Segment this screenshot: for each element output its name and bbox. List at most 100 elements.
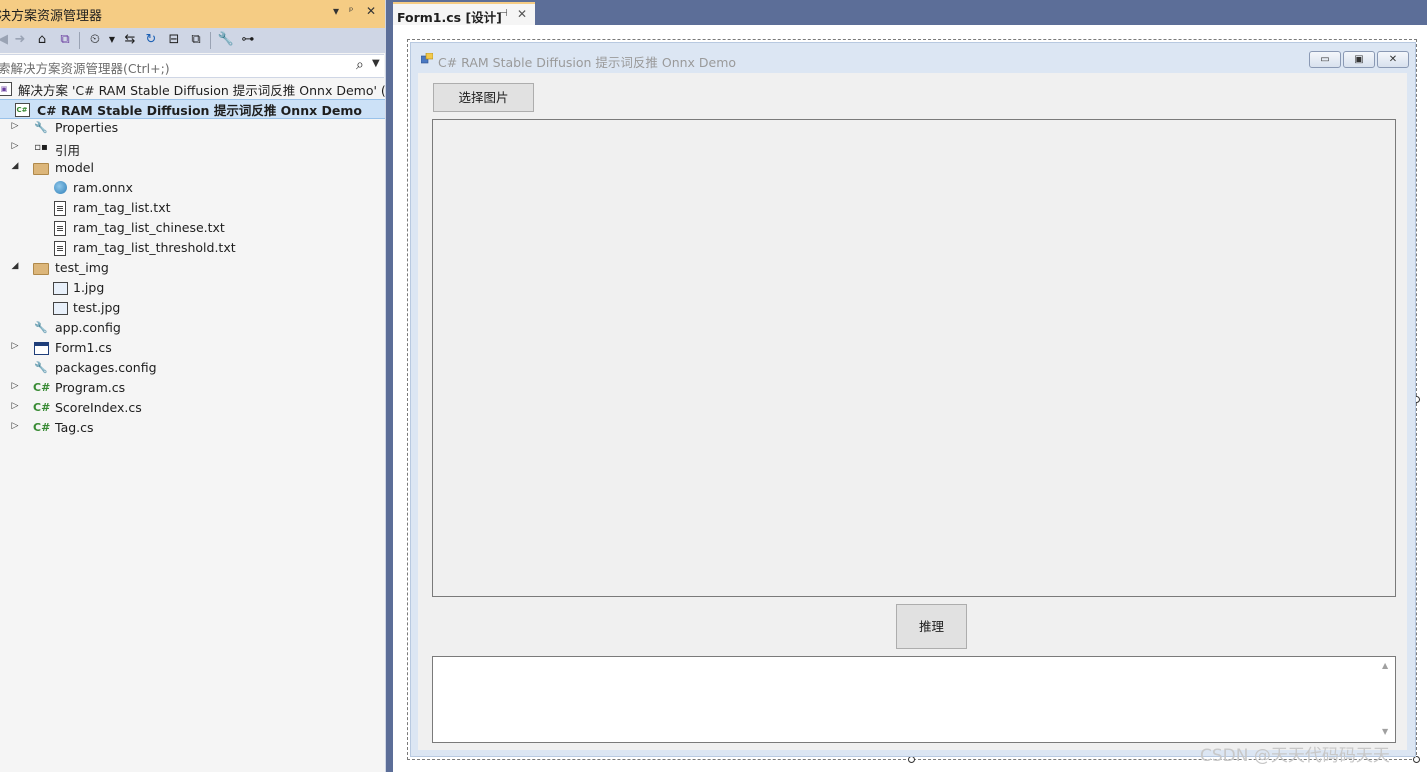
close-icon[interactable]: ✕ — [366, 4, 376, 18]
search-placeholder: 索解决方案资源管理器(Ctrl+;) — [0, 61, 170, 76]
sync-icon[interactable]: ⇆ — [121, 31, 139, 49]
tree-item-label: test.jpg — [73, 300, 121, 315]
document-area: Form1.cs [设计] ⊣ ✕ C# RAM Stable Diffusio… — [393, 0, 1427, 772]
text-file-icon — [52, 220, 68, 236]
tree-item-label: Program.cs — [55, 380, 126, 395]
document-tabstrip: Form1.cs [设计] ⊣ ✕ — [393, 0, 1427, 25]
chevron-down-icon[interactable]: ▼ — [103, 31, 121, 49]
tree-item-test-img-folder[interactable]: ◢ test_img — [0, 259, 385, 279]
select-image-button[interactable]: 选择图片 — [433, 83, 534, 112]
wrench-icon[interactable]: 🔧 — [217, 31, 235, 49]
chevron-right-icon[interactable]: ▷ — [9, 141, 21, 151]
image-file-icon — [52, 280, 68, 296]
csharp-file-icon: C# — [33, 421, 51, 434]
history-icon[interactable]: ⏲ — [86, 31, 104, 49]
tree-item-program[interactable]: ▷ C# Program.cs — [0, 379, 385, 399]
resize-handle[interactable] — [1413, 756, 1420, 763]
config-file-icon: 🔧 — [34, 361, 48, 374]
form-titlebar: C# RAM Stable Diffusion 提示词反推 Onnx Demo … — [411, 43, 1415, 73]
preview-icon[interactable]: ⊶ — [239, 31, 257, 49]
tree-item-file[interactable]: 🔧 packages.config — [0, 359, 385, 379]
tree-item-model-folder[interactable]: ◢ model — [0, 159, 385, 179]
form-app-icon — [421, 53, 433, 64]
chevron-expanded-icon[interactable]: ◢ — [9, 261, 21, 271]
minimize-button[interactable]: ▭ — [1309, 51, 1341, 68]
tree-item-project[interactable]: C# C# RAM Stable Diffusion 提示词反推 Onnx De… — [0, 99, 385, 119]
chevron-right-icon[interactable]: ▷ — [9, 341, 21, 351]
solution-search-box[interactable]: 索解决方案资源管理器(Ctrl+;) ⌕ ▼ — [0, 54, 384, 78]
tree-item-label: ram.onnx — [73, 180, 133, 195]
chevron-down-icon[interactable]: ▾ — [333, 4, 339, 18]
scroll-up-icon[interactable]: ▲ — [1382, 661, 1388, 670]
tree-item-label: ram_tag_list.txt — [73, 200, 171, 215]
tree-item-form1[interactable]: ▷ Form1.cs — [0, 339, 385, 359]
maximize-button[interactable]: ▣ — [1343, 51, 1375, 68]
tree-item-file[interactable]: ram_tag_list_threshold.txt — [0, 239, 385, 259]
refresh-icon[interactable]: ↻ — [142, 31, 160, 49]
tree-item-tag[interactable]: ▷ C# Tag.cs — [0, 419, 385, 439]
forward-icon[interactable]: ➜ — [11, 31, 29, 49]
chevron-down-icon[interactable]: ▼ — [372, 58, 380, 69]
home-icon[interactable]: ⌂ — [33, 31, 51, 49]
scroll-down-icon[interactable]: ▼ — [1382, 727, 1388, 736]
form-designer-surface: C# RAM Stable Diffusion 提示词反推 Onnx Demo … — [393, 25, 1427, 772]
form-icon — [33, 340, 49, 356]
resize-handle[interactable] — [908, 756, 915, 763]
result-scrollbar[interactable]: ▲ ▼ — [1378, 657, 1395, 742]
pin-icon[interactable]: ⊣ — [499, 8, 508, 19]
tree-item-file[interactable]: 1.jpg — [0, 279, 385, 299]
collapse-all-icon[interactable]: ⊟ — [165, 31, 183, 49]
tree-item-properties[interactable]: ▷ 🔧 Properties — [0, 119, 385, 139]
solution-explorer-toolbar: ◀ ➜ ⌂ ⧉ ⏲ ▼ ⇆ ↻ ⊟ ⧉ 🔧 ⊶ — [0, 28, 385, 53]
text-file-icon — [52, 200, 68, 216]
solution-icon: ▣ — [0, 80, 12, 96]
wrench-icon: 🔧 — [34, 121, 48, 134]
config-file-icon: 🔧 — [34, 321, 48, 334]
csproj-icon: C# — [14, 101, 30, 117]
image-file-icon — [52, 300, 68, 316]
tree-item-label: Properties — [55, 120, 119, 135]
tree-item-label: model — [55, 160, 94, 175]
pin-icon[interactable]: ᵖ — [349, 6, 353, 17]
tree-item-file[interactable]: test.jpg — [0, 299, 385, 319]
tree-item-label: 引用 — [55, 143, 81, 158]
watermark: CSDN @天天代码码天天 — [1200, 746, 1390, 766]
folder-icon — [33, 160, 49, 176]
chevron-right-icon[interactable]: ▷ — [9, 121, 21, 131]
tree-item-label: ram_tag_list_threshold.txt — [73, 240, 236, 255]
tree-item-label: ram_tag_list_chinese.txt — [73, 220, 225, 235]
close-button[interactable]: ✕ — [1377, 51, 1409, 68]
vs-switch-icon[interactable]: ⧉ — [56, 31, 74, 49]
image-picturebox — [432, 119, 1396, 597]
tree-item-references[interactable]: ▷ ▫▪ 引用 — [0, 139, 385, 159]
tree-item-scoreindex[interactable]: ▷ C# ScoreIndex.cs — [0, 399, 385, 419]
search-icon[interactable]: ⌕ — [356, 57, 364, 73]
toolbar-separator — [79, 32, 80, 49]
form-title: C# RAM Stable Diffusion 提示词反推 Onnx Demo — [438, 55, 737, 70]
chevron-right-icon[interactable]: ▷ — [9, 421, 21, 431]
csharp-file-icon: C# — [33, 381, 51, 394]
chevron-expanded-icon[interactable]: ◢ — [9, 161, 21, 171]
result-textbox[interactable]: ▲ ▼ — [432, 656, 1396, 743]
tree-item-file[interactable]: ram.onnx — [0, 179, 385, 199]
tree-item-label: C# RAM Stable Diffusion 提示词反推 Onnx Demo — [37, 103, 362, 118]
tab-form1-design[interactable]: Form1.cs [设计] ⊣ ✕ — [393, 2, 535, 25]
tree-item-file[interactable]: ram_tag_list.txt — [0, 199, 385, 219]
references-icon: ▫▪ — [34, 142, 48, 153]
tree-item-label: 解决方案 'C# RAM Stable Diffusion 提示词反推 Onnx… — [18, 83, 411, 98]
solution-explorer-panel: 决方案资源管理器 ▾ ᵖ ✕ ◀ ➜ ⌂ ⧉ ⏲ ▼ ⇆ ↻ ⊟ ⧉ 🔧 ⊶ 索… — [0, 0, 410, 772]
tree-item-file[interactable]: 🔧 app.config — [0, 319, 385, 339]
onnx-file-icon — [52, 180, 68, 196]
panel-splitter[interactable] — [386, 0, 393, 772]
form-client-area: 选择图片 推理 ▲ ▼ — [418, 73, 1407, 750]
infer-button[interactable]: 推理 — [896, 604, 967, 649]
show-all-files-icon[interactable]: ⧉ — [187, 31, 205, 49]
solution-explorer-titlebar: 决方案资源管理器 ▾ ᵖ ✕ — [0, 0, 385, 28]
tree-item-label: Form1.cs — [55, 340, 112, 355]
tree-item-file[interactable]: ram_tag_list_chinese.txt — [0, 219, 385, 239]
chevron-right-icon[interactable]: ▷ — [9, 401, 21, 411]
close-icon[interactable]: ✕ — [517, 7, 527, 21]
tree-item-solution[interactable]: ▣ 解决方案 'C# RAM Stable Diffusion 提示词反推 On… — [0, 79, 410, 99]
chevron-right-icon[interactable]: ▷ — [9, 381, 21, 391]
tree-item-label: ScoreIndex.cs — [55, 400, 142, 415]
